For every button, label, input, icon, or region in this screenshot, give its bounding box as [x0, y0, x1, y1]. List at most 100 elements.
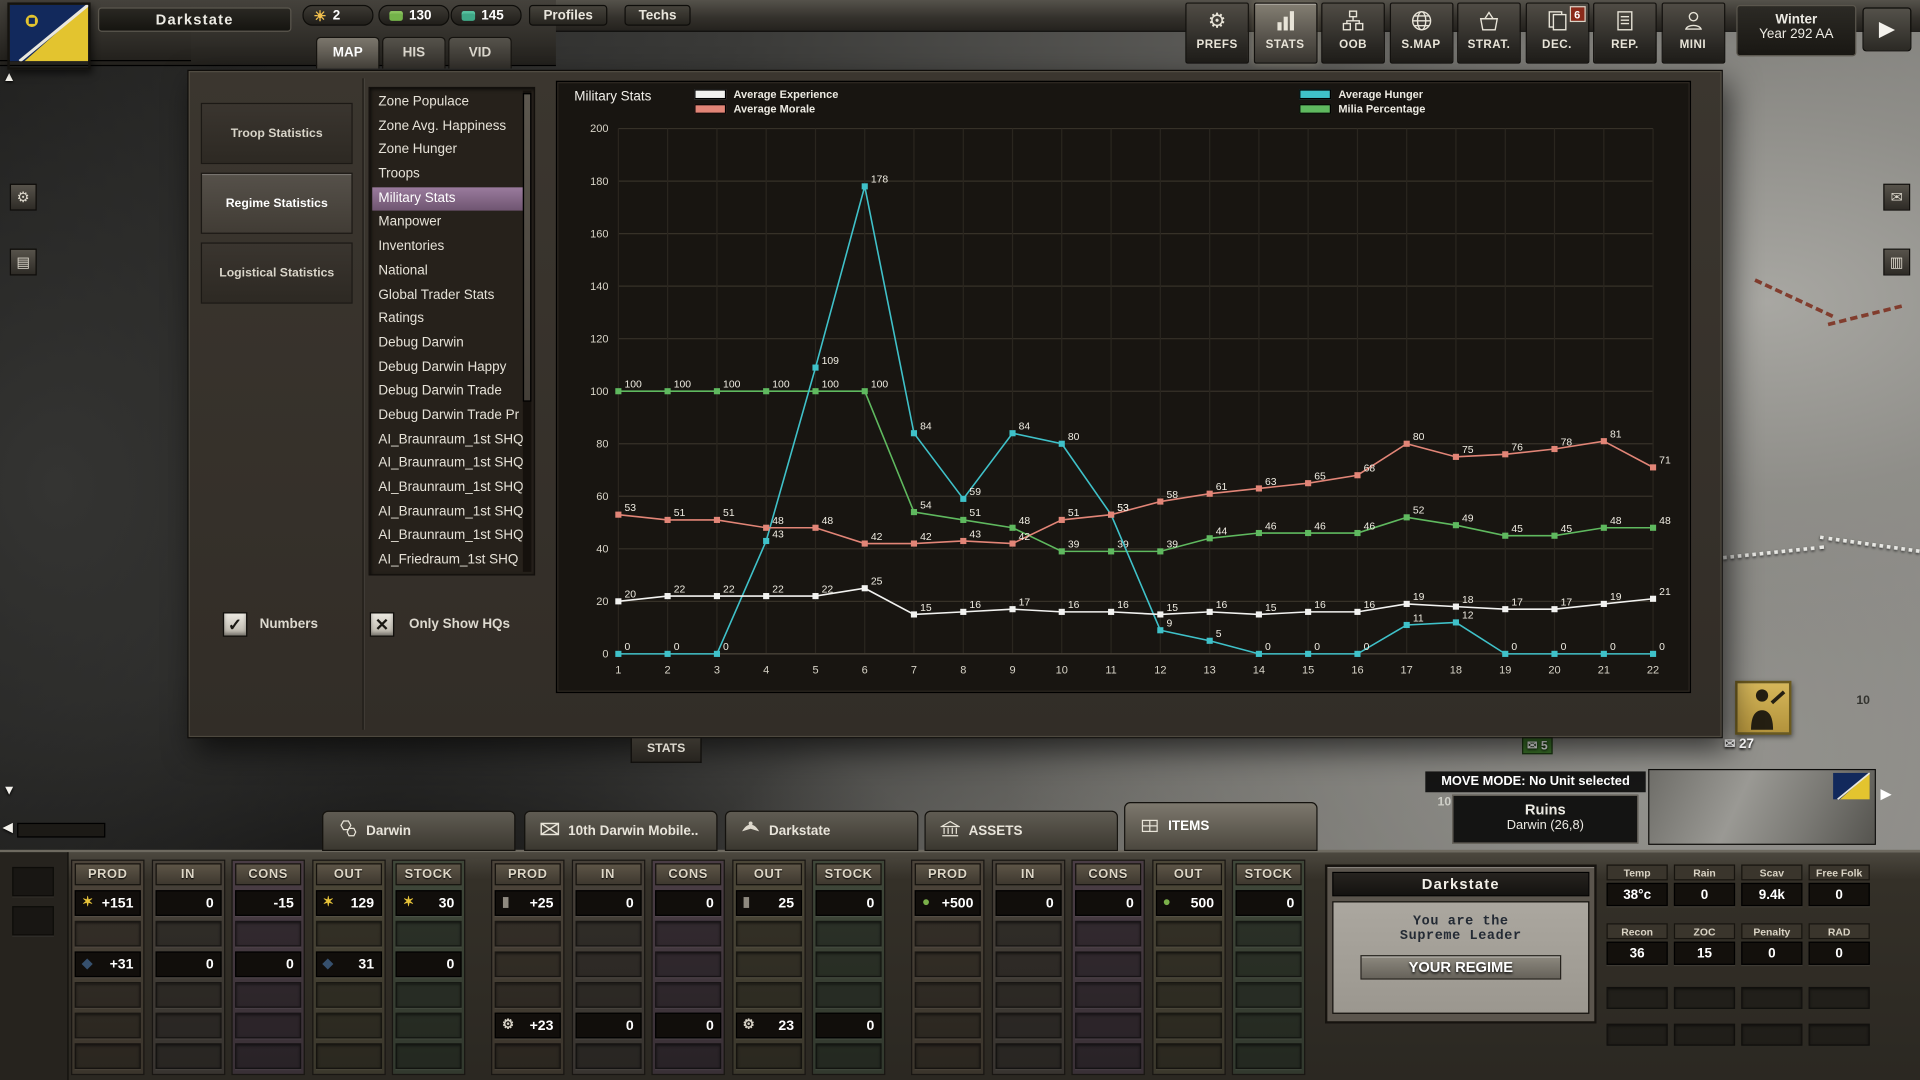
stat-list-item[interactable]: Debug Darwin Trade	[372, 380, 523, 404]
item-cell[interactable]: 0	[1075, 890, 1141, 916]
stat-list-item[interactable]: Debug Darwin Trade Pr	[372, 404, 523, 428]
stat-list-item[interactable]: AI_Braunraum_1st SHQ	[372, 428, 523, 452]
item-cell[interactable]: ◆31	[315, 951, 381, 977]
item-cell-empty[interactable]	[915, 1013, 981, 1039]
right-edge-mail-button[interactable]: ✉	[1883, 184, 1910, 211]
item-cell-empty[interactable]	[735, 951, 801, 977]
item-cell[interactable]: 0	[575, 890, 641, 916]
nav-button-oob[interactable]: OOB	[1321, 2, 1385, 63]
nav-button-stats[interactable]: STATS	[1253, 2, 1317, 63]
numbers-checkbox[interactable]: ✓	[223, 612, 247, 636]
nav-button-mini[interactable]: MINI	[1661, 2, 1725, 63]
stat-list-item[interactable]: Military Stats	[372, 187, 523, 211]
item-cell-empty[interactable]	[655, 1043, 721, 1069]
item-cell[interactable]: -15	[235, 890, 301, 916]
item-cell-empty[interactable]	[396, 982, 462, 1008]
techs-button[interactable]: Techs	[624, 5, 690, 26]
item-cell-empty[interactable]	[735, 921, 801, 947]
item-cell-empty[interactable]	[235, 921, 301, 947]
item-cell-empty[interactable]	[995, 951, 1061, 977]
item-cell-empty[interactable]	[155, 982, 221, 1008]
minimap-scroll-arrow[interactable]: ▶	[1881, 785, 1892, 802]
stats-window-tab[interactable]: STATS	[631, 738, 702, 762]
nav-button-strat[interactable]: STRAT.	[1457, 2, 1521, 63]
stat-list-item[interactable]: Zone Populace	[372, 91, 523, 115]
item-cell-empty[interactable]	[155, 1013, 221, 1039]
item-cell[interactable]: 0	[816, 890, 882, 916]
end-turn-button[interactable]: ▶	[1862, 7, 1911, 51]
stat-list-item[interactable]: Debug Darwin	[372, 332, 523, 356]
item-cell-empty[interactable]	[1155, 1013, 1221, 1039]
item-cell-empty[interactable]	[315, 1043, 381, 1069]
item-cell-empty[interactable]	[495, 921, 561, 947]
item-cell-empty[interactable]	[396, 1043, 462, 1069]
item-cell-empty[interactable]	[1236, 1013, 1302, 1039]
item-cell-empty[interactable]	[1155, 951, 1221, 977]
item-cell-empty[interactable]	[1155, 1043, 1221, 1069]
category-logistical[interactable]: Logistical Statistics	[201, 242, 353, 303]
item-cell[interactable]: ▮+25	[495, 890, 561, 916]
tab-his[interactable]: HIS	[382, 37, 446, 69]
item-cell-empty[interactable]	[75, 982, 141, 1008]
stat-list-item[interactable]: Zone Hunger	[372, 139, 523, 163]
item-cell-empty[interactable]	[75, 921, 141, 947]
item-cell-empty[interactable]	[995, 982, 1061, 1008]
resource-chip[interactable]: ☀2	[302, 5, 373, 26]
item-cell[interactable]: ●+500	[915, 890, 981, 916]
scroll-left-arrow[interactable]: ◀	[2, 819, 12, 835]
stat-list-item[interactable]: National	[372, 259, 523, 283]
item-cell[interactable]: 0	[1236, 890, 1302, 916]
scrollbar-thumb[interactable]	[523, 93, 532, 402]
regime-flag[interactable]	[7, 2, 90, 69]
left-edge-layers-button[interactable]: ▤	[10, 249, 37, 276]
item-cell-empty[interactable]	[1236, 982, 1302, 1008]
item-cell[interactable]: 0	[235, 951, 301, 977]
category-troop[interactable]: Troop Statistics	[201, 103, 353, 164]
item-cell[interactable]: ✶129	[315, 890, 381, 916]
item-cell[interactable]: 0	[155, 951, 221, 977]
nav-button-prefs[interactable]: ⚙PREFS	[1185, 2, 1249, 63]
item-cell-empty[interactable]	[735, 982, 801, 1008]
tab-map[interactable]: MAP	[316, 37, 380, 69]
item-cell-empty[interactable]	[915, 921, 981, 947]
stat-list-item[interactable]: Zone Avg. Happiness	[372, 115, 523, 139]
item-cell-empty[interactable]	[915, 1043, 981, 1069]
item-cell-empty[interactable]	[1075, 921, 1141, 947]
item-cell[interactable]: 0	[816, 1013, 882, 1039]
item-cell-empty[interactable]	[396, 921, 462, 947]
left-edge-gear-button[interactable]: ⚙	[10, 184, 37, 211]
stat-list-item[interactable]: Debug Darwin Happy	[372, 356, 523, 380]
item-cell-empty[interactable]	[995, 1013, 1061, 1039]
profiles-button[interactable]: Profiles	[529, 5, 607, 26]
scroll-down-arrow[interactable]: ▼	[2, 784, 15, 799]
item-cell-empty[interactable]	[1236, 951, 1302, 977]
right-edge-layers-button[interactable]: ▥	[1883, 249, 1910, 276]
regime-name-plate[interactable]: Darkstate	[98, 7, 291, 31]
item-cell[interactable]: 0	[655, 1013, 721, 1039]
item-cell-empty[interactable]	[816, 1043, 882, 1069]
stat-list-item[interactable]: AI_Friedraum_1st SHQ	[372, 549, 523, 573]
item-cell-empty[interactable]	[816, 951, 882, 977]
item-cell-empty[interactable]	[575, 982, 641, 1008]
item-cell-empty[interactable]	[75, 1013, 141, 1039]
item-cell-empty[interactable]	[1236, 1043, 1302, 1069]
only-show-hqs-checkbox[interactable]: ✕	[370, 612, 394, 636]
item-cell-empty[interactable]	[75, 1043, 141, 1069]
bottom-tab-assets[interactable]: ASSETS	[924, 811, 1117, 851]
resource-chip[interactable]: 130	[378, 5, 449, 26]
item-cell[interactable]: 0	[655, 890, 721, 916]
item-cell-empty[interactable]	[315, 982, 381, 1008]
item-cell-empty[interactable]	[396, 1013, 462, 1039]
item-cell[interactable]: ⚙+23	[495, 1013, 561, 1039]
item-cell-empty[interactable]	[1075, 1013, 1141, 1039]
item-cell-empty[interactable]	[735, 1043, 801, 1069]
item-cell[interactable]: ⚙23	[735, 1013, 801, 1039]
item-cell-empty[interactable]	[155, 1043, 221, 1069]
item-cell-empty[interactable]	[655, 982, 721, 1008]
item-cell-empty[interactable]	[575, 921, 641, 947]
item-cell-empty[interactable]	[315, 921, 381, 947]
item-cell-empty[interactable]	[495, 951, 561, 977]
stat-list-item[interactable]: Troops	[372, 163, 523, 187]
stat-list-item[interactable]: Manpower	[372, 211, 523, 235]
bottom-tab-darkstate[interactable]: Darkstate	[725, 811, 918, 851]
